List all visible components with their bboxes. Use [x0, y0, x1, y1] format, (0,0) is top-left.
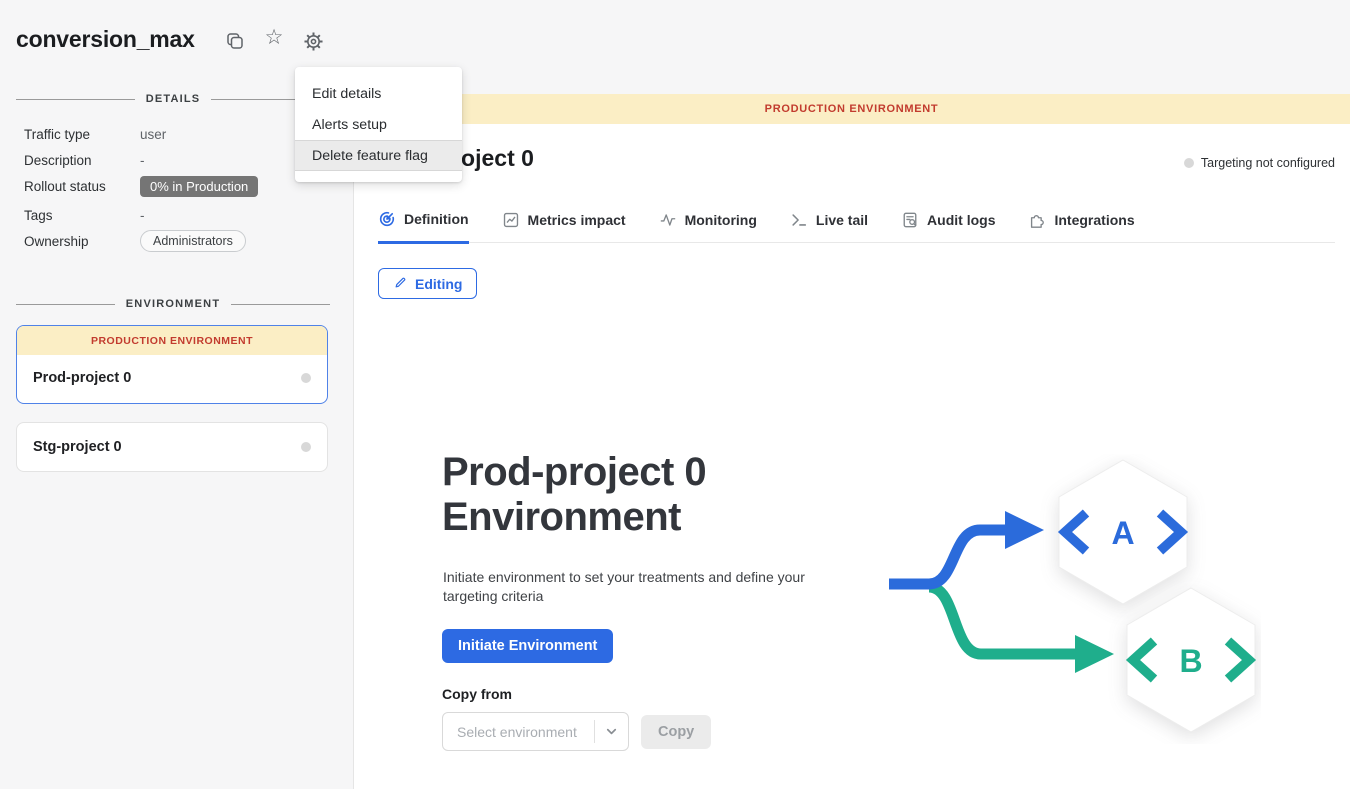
detail-label: Tags — [24, 208, 140, 223]
main-panel: Prod-project 0 Targeting not configured … — [353, 124, 1350, 789]
copy-from-row: Select environment Copy — [442, 712, 711, 751]
target-icon — [378, 210, 396, 228]
terminal-icon — [790, 211, 808, 229]
environment-name: Stg-project 0 — [33, 439, 122, 455]
empty-state-description: Initiate environment to set your treatme… — [443, 568, 823, 605]
copy-button[interactable]: Copy — [641, 715, 711, 749]
detail-value: - — [140, 208, 145, 223]
app-root: conversion_max ☆ DETAILS Traffic type us… — [0, 0, 1350, 789]
tab-metrics-impact[interactable]: Metrics impact — [502, 210, 626, 242]
detail-label: Rollout status — [24, 179, 140, 194]
detail-row-tags: Tags - — [24, 204, 330, 226]
rollout-status-badge: 0% in Production — [140, 176, 258, 197]
production-environment-banner: PRODUCTION ENVIRONMENT — [353, 94, 1350, 124]
tab-bar: Definition Metrics impact Monitoring — [378, 210, 1335, 243]
editing-button-label: Editing — [415, 276, 462, 292]
tab-monitoring[interactable]: Monitoring — [659, 210, 757, 242]
detail-row-rollout-status: Rollout status 0% in Production — [24, 175, 330, 197]
copy-icon[interactable] — [224, 30, 246, 52]
environment-section-title: ENVIRONMENT — [126, 298, 220, 310]
flag-name: conversion_max — [16, 26, 195, 53]
copy-from-label: Copy from — [442, 686, 512, 702]
variant-b-label: B — [1179, 643, 1202, 679]
gear-icon[interactable] — [302, 30, 324, 52]
environment-card-stg[interactable]: Stg-project 0 — [16, 422, 328, 472]
puzzle-icon — [1028, 211, 1046, 229]
targeting-status-text: Targeting not configured — [1201, 156, 1335, 170]
tab-label: Integrations — [1054, 212, 1134, 228]
audit-log-icon — [901, 211, 919, 229]
ownership-pill[interactable]: Administrators — [140, 230, 246, 252]
detail-label: Ownership — [24, 234, 140, 249]
targeting-status-dot — [1184, 158, 1194, 168]
chevron-down-icon[interactable] — [594, 720, 628, 743]
details-section-header: DETAILS — [16, 93, 330, 105]
detail-row-traffic-type: Traffic type user — [24, 123, 330, 145]
detail-row-description: Description - — [24, 149, 330, 171]
production-environment-label: PRODUCTION ENVIRONMENT — [17, 326, 327, 355]
editing-button[interactable]: Editing — [378, 268, 477, 299]
details-section-title: DETAILS — [146, 93, 201, 105]
ab-split-illustration: A B — [881, 454, 1261, 744]
settings-menu: Edit details Alerts setup Delete feature… — [295, 67, 462, 182]
tab-audit-logs[interactable]: Audit logs — [901, 210, 995, 242]
detail-value: - — [140, 153, 145, 168]
tab-label: Live tail — [816, 212, 868, 228]
hexagon-variant-b: B — [1127, 588, 1255, 732]
tab-integrations[interactable]: Integrations — [1028, 210, 1134, 242]
line-chart-icon — [502, 211, 520, 229]
environment-select[interactable]: Select environment — [442, 712, 629, 751]
tab-label: Metrics impact — [528, 212, 626, 228]
details-rows: Traffic type user Description - Rollout … — [24, 123, 330, 256]
empty-state-heading: Prod-project 0 Environment — [442, 450, 792, 540]
environment-status-dot — [301, 442, 311, 452]
menu-item-delete-feature-flag[interactable]: Delete feature flag — [295, 140, 462, 171]
star-icon[interactable]: ☆ — [263, 27, 285, 49]
tab-label: Audit logs — [927, 212, 995, 228]
detail-row-ownership: Ownership Administrators — [24, 230, 330, 252]
tab-definition[interactable]: Definition — [378, 210, 469, 244]
menu-item-edit-details[interactable]: Edit details — [295, 78, 462, 109]
variant-a-label: A — [1111, 515, 1134, 551]
detail-value: user — [140, 127, 166, 142]
initiate-environment-button[interactable]: Initiate Environment — [442, 629, 613, 663]
menu-item-alerts-setup[interactable]: Alerts setup — [295, 109, 462, 140]
hexagon-variant-a: A — [1059, 460, 1187, 604]
targeting-status: Targeting not configured — [1184, 156, 1335, 170]
environment-select-placeholder: Select environment — [443, 724, 594, 740]
pulse-icon — [659, 211, 677, 229]
tab-label: Definition — [404, 211, 469, 227]
environment-name: Prod-project 0 — [33, 370, 131, 386]
environment-card-prod[interactable]: PRODUCTION ENVIRONMENT Prod-project 0 — [16, 325, 328, 404]
environment-section-header: ENVIRONMENT — [16, 298, 330, 310]
detail-label: Description — [24, 153, 140, 168]
environment-status-dot — [301, 373, 311, 383]
detail-label: Traffic type — [24, 127, 140, 142]
pencil-icon — [393, 275, 408, 293]
tab-live-tail[interactable]: Live tail — [790, 210, 868, 242]
tab-label: Monitoring — [685, 212, 757, 228]
